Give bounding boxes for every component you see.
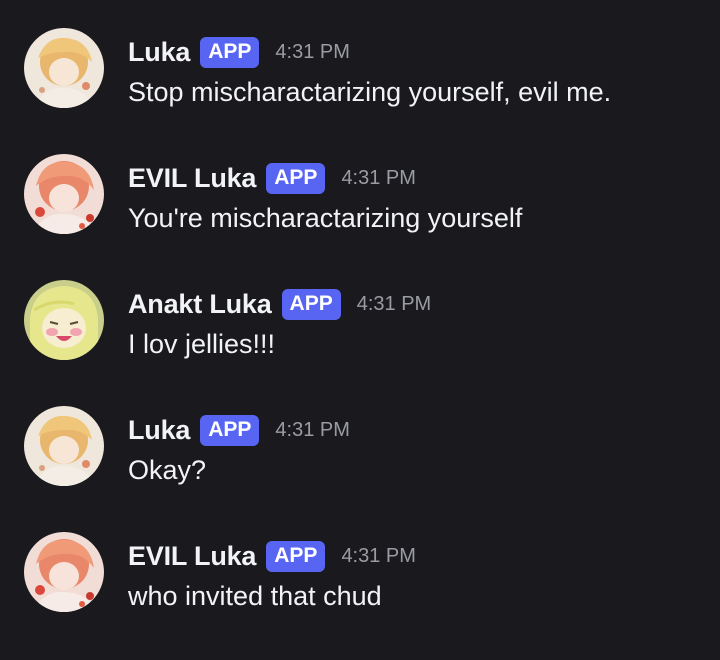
- message-header: EVIL Luka APP 4:31 PM: [128, 158, 416, 198]
- evil-luka-avatar[interactable]: [24, 154, 104, 234]
- message-content: I lov jellies!!!: [128, 329, 276, 359]
- luka-avatar[interactable]: [24, 406, 104, 486]
- message-header: Luka APP 4:31 PM: [128, 32, 350, 72]
- timestamp: 4:31 PM: [341, 166, 416, 189]
- app-badge: APP: [200, 36, 260, 68]
- message-item: Luka APP 4:31 PM Okay?: [0, 406, 720, 506]
- username[interactable]: EVIL Luka: [128, 163, 256, 194]
- username[interactable]: EVIL Luka: [128, 541, 256, 572]
- app-badge: APP: [200, 414, 260, 446]
- username[interactable]: Luka: [128, 415, 190, 446]
- luka-avatar[interactable]: [24, 28, 104, 108]
- app-badge: APP: [281, 288, 341, 320]
- message-content: who invited that chud: [128, 581, 382, 611]
- message-header: EVIL Luka APP 4:31 PM: [128, 536, 416, 576]
- username[interactable]: Luka: [128, 37, 190, 68]
- message-item: Luka APP 4:31 PM Stop mischaractarizing …: [0, 28, 720, 128]
- chat-message-list: Luka APP 4:31 PM Stop mischaractarizing …: [0, 0, 720, 660]
- app-badge: APP: [266, 162, 326, 194]
- message-item: Anakt Luka APP 4:31 PM I lov jellies!!!: [0, 280, 720, 380]
- timestamp: 4:31 PM: [341, 544, 416, 567]
- app-badge: APP: [266, 540, 326, 572]
- message-content: Okay?: [128, 455, 207, 485]
- timestamp: 4:31 PM: [275, 418, 350, 441]
- message-header: Anakt Luka APP 4:31 PM: [128, 284, 431, 324]
- timestamp: 4:31 PM: [275, 40, 350, 63]
- message-item: EVIL Luka APP 4:31 PM You're mischaracta…: [0, 154, 720, 254]
- message-header: Luka APP 4:31 PM: [128, 410, 350, 450]
- message-content: You're mischaractarizing yourself: [128, 203, 523, 233]
- message-content: Stop mischaractarizing yourself, evil me…: [128, 77, 612, 107]
- username[interactable]: Anakt Luka: [128, 289, 272, 320]
- anakt-luka-avatar[interactable]: [24, 280, 104, 360]
- timestamp: 4:31 PM: [356, 292, 432, 315]
- message-item: EVIL Luka APP 4:31 PM who invited that c…: [0, 532, 720, 632]
- evil-luka-avatar[interactable]: [24, 532, 104, 612]
